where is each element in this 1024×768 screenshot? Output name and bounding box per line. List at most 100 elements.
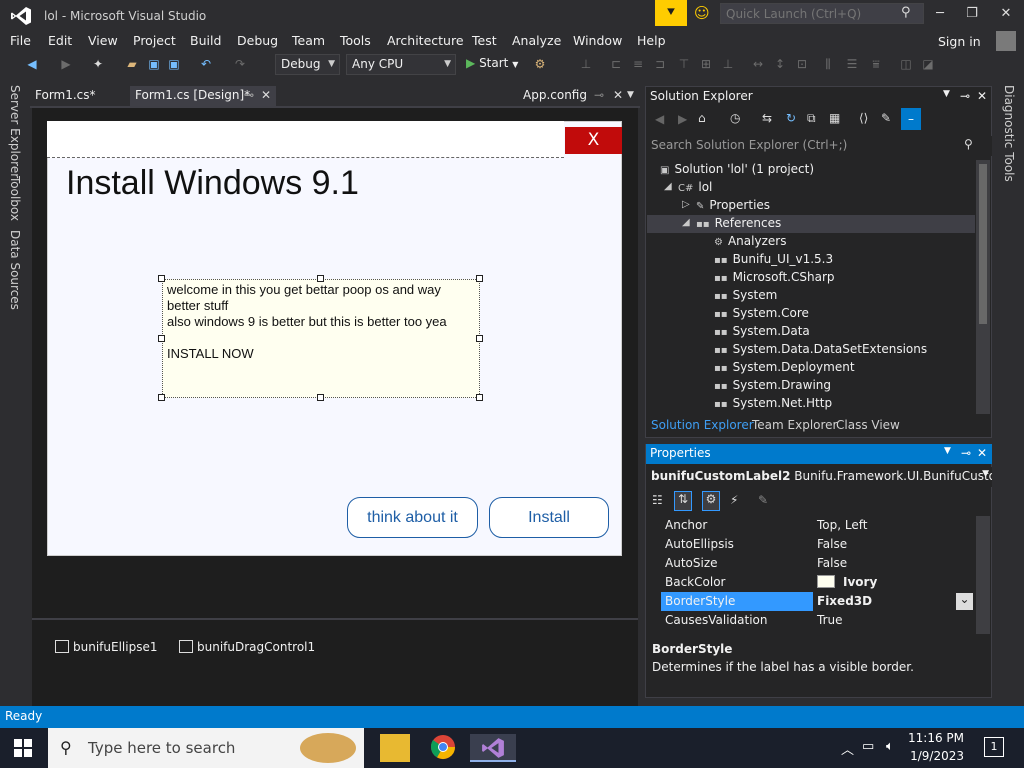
pin-icon[interactable]: ⊸ [960,89,970,103]
tree-item[interactable]: ⚙ Analyzers [714,232,786,250]
tree-item[interactable]: ▪▪ Bunifu_UI_v1.5.3 [714,250,833,268]
property-row[interactable]: AutoSize False [646,554,976,573]
refresh-icon[interactable]: ↻ [786,111,796,125]
clock-time[interactable]: 11:16 PM [904,731,964,745]
alphabetical-icon[interactable]: ⇅ [674,491,692,511]
property-row[interactable]: BackColor Ivory [646,573,976,592]
panel-dropdown-icon[interactable]: ▼ [943,89,950,99]
save-icon[interactable]: ▣ [146,56,162,72]
navigate-forward-icon[interactable]: ▶ [58,56,74,72]
properties-view-icon[interactable]: ⚙ [702,491,720,511]
tree-item[interactable]: ▪▪ System [714,286,777,304]
close-panel-icon[interactable]: ✕ [977,446,987,460]
vertical-spacing-icon[interactable]: ☰ [844,56,860,72]
sign-in-link[interactable]: Sign in [938,34,981,49]
tray-bunifu-drag-control[interactable]: bunifuDragControl1 [179,640,315,654]
events-icon[interactable]: ⚡ [730,493,738,507]
tree-item[interactable]: ◢ ▪▪ References [682,214,781,232]
tab-dropdown-icon[interactable]: ▼ [622,86,639,106]
property-row[interactable]: BorderStyle Fixed3D ⌄ [646,592,976,611]
form-close-button[interactable]: X [565,127,622,154]
align-left-icon[interactable]: ⊏ [608,56,624,72]
align-center-icon[interactable]: ≡ [630,56,646,72]
pin-tab-icon[interactable]: ⊸ [589,86,609,106]
tree-item[interactable]: ◢ C# lol [664,178,712,196]
same-width-icon[interactable]: ↔ [750,56,766,72]
undo-icon[interactable]: ↶ [198,56,214,72]
notification-center-icon[interactable]: 1 [984,737,1004,757]
tab-form1-design[interactable]: Form1.cs [Design]* ⊸ ✕ [130,86,276,106]
same-size-icon[interactable]: ⊡ [794,56,810,72]
close-window-icon[interactable]: ✕ [991,4,1021,24]
menu-view[interactable]: View [88,33,118,48]
align-middle-icon[interactable]: ⊞ [698,56,714,72]
new-project-icon[interactable]: ✦ [90,56,106,72]
resize-handle[interactable] [476,394,483,401]
pin-icon[interactable]: ⊸ [244,88,254,102]
visual-studio-taskbar-icon[interactable] [470,734,516,762]
menu-tools[interactable]: Tools [340,33,371,48]
collapse-all-icon[interactable]: ⧉ [807,111,816,126]
network-icon[interactable]: ▭ [862,739,874,754]
tab-app-config[interactable]: App.config [518,86,592,106]
close-panel-icon[interactable]: ✕ [977,89,987,103]
align-icon[interactable]: ⊥ [578,56,594,72]
tab-solution-explorer[interactable]: Solution Explorer [651,418,754,432]
tree-item[interactable]: ▪▪ System.Drawing [714,376,831,394]
menu-team[interactable]: Team [292,33,325,48]
browser-link-icon[interactable]: ⚙ [532,56,548,72]
menu-help[interactable]: Help [637,33,666,48]
send-back-icon[interactable]: ◪ [920,56,936,72]
property-value[interactable]: False [817,535,847,554]
show-all-files-icon[interactable]: ▦ [829,111,840,125]
tree-item[interactable]: ▪▪ System.Data.DataSetExtensions [714,340,927,358]
menu-test[interactable]: Test [472,33,497,48]
toolbox-tab[interactable]: Toolbox [8,176,22,221]
panel-dropdown-icon[interactable]: ▼ [944,446,951,456]
collapse-arrow-icon[interactable]: ▷ [682,196,690,214]
preview-icon[interactable]: – [901,108,921,130]
pin-icon[interactable]: ⊸ [961,446,971,460]
resize-handle[interactable] [317,275,324,282]
search-icon[interactable]: ⚲ [901,5,911,20]
feedback-smiley-icon[interactable]: ☺ [694,4,712,22]
property-row[interactable]: AutoEllipsis False [646,535,976,554]
clock-date[interactable]: 1/9/2023 [904,749,964,763]
open-file-icon[interactable]: ▰ [124,56,140,72]
properties-object-selector[interactable]: bunifuCustomLabel2 Bunifu.Framework.UI.B… [646,467,992,487]
same-height-icon[interactable]: ↕ [772,56,788,72]
menu-file[interactable]: File [10,33,31,48]
navigate-back-icon[interactable]: ◀ [24,56,40,72]
resize-handle[interactable] [158,335,165,342]
redo-icon[interactable]: ↷ [232,56,248,72]
scrollbar-thumb[interactable] [979,164,987,324]
dropdown-icon[interactable]: ▼ [982,469,989,479]
tab-form1-cs[interactable]: Form1.cs* [30,86,101,106]
server-explorer-tab[interactable]: Server Explorer [8,85,22,178]
menu-build[interactable]: Build [190,33,221,48]
categorized-icon[interactable]: ☷ [652,493,663,507]
tree-item[interactable]: ▪▪ Microsoft.CSharp [714,268,835,286]
start-debugging-button[interactable]: ▶ Start ▼ [466,56,518,70]
menu-window[interactable]: Window [573,33,622,48]
minimize-icon[interactable]: ─ [925,4,955,24]
file-explorer-icon[interactable] [380,734,410,762]
solution-platform-dropdown[interactable]: Any CPU ▼ [346,54,456,75]
quick-launch-input[interactable] [720,3,924,24]
menu-edit[interactable]: Edit [48,33,72,48]
property-pages-icon[interactable]: ✎ [758,493,768,507]
windows-start-icon[interactable] [14,739,32,757]
resize-handle[interactable] [158,394,165,401]
property-dropdown-icon[interactable]: ⌄ [956,593,973,610]
menu-analyze[interactable]: Analyze [512,33,561,48]
tree-item[interactable]: ▷ ✎ Properties [682,196,770,214]
tree-item[interactable]: ▪▪ System.Net.Http [714,394,832,412]
restore-icon[interactable]: ❐ [957,4,987,24]
home-icon[interactable]: ⌂ [698,111,706,125]
resize-handle[interactable] [476,275,483,282]
tab-class-view[interactable]: Class View [836,418,900,432]
chrome-icon[interactable] [428,734,458,762]
bring-front-icon[interactable]: ◫ [898,56,914,72]
pending-changes-icon[interactable]: ◷ [730,111,740,125]
resize-handle[interactable] [476,335,483,342]
